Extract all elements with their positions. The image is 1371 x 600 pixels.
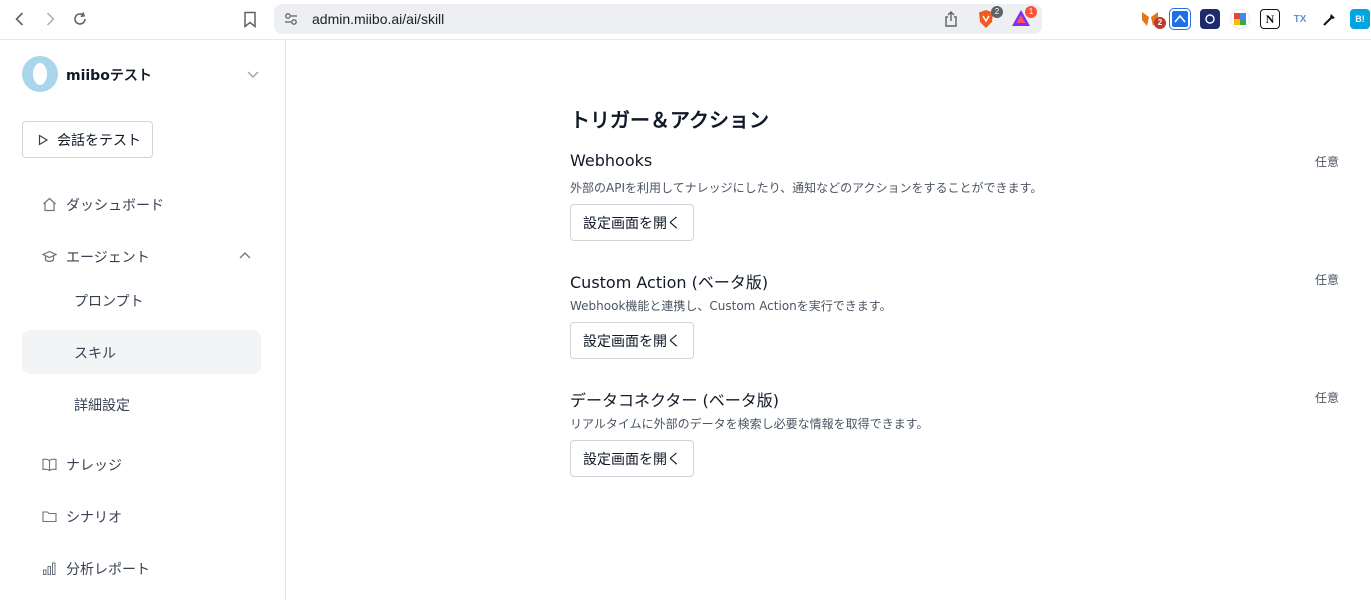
sidebar-item-scenario[interactable]: シナリオ	[22, 494, 261, 538]
chevron-left-icon	[15, 12, 24, 26]
page-title: トリガー＆アクション	[570, 108, 769, 132]
workspace-switcher[interactable]: miiboテスト	[22, 56, 262, 92]
google-ext-icon[interactable]	[1230, 9, 1250, 29]
chevron-up-icon[interactable]	[238, 249, 252, 263]
share-icon[interactable]	[942, 10, 960, 28]
translate-ext-label: TX	[1293, 13, 1307, 25]
sidebar-item-knowledge[interactable]: ナレッジ	[22, 442, 261, 486]
sidebar-item-advanced-settings[interactable]: 詳細設定	[22, 382, 261, 426]
sidebar-item-label: 詳細設定	[74, 398, 130, 414]
hatena-ext-label: B!	[1355, 14, 1365, 24]
metamask-icon[interactable]: 2	[1140, 9, 1166, 29]
eyedropper-ext-icon[interactable]	[1320, 9, 1340, 29]
reload-icon	[74, 12, 86, 25]
chevron-down-icon[interactable]	[246, 67, 260, 81]
optional-badge: 任意	[1314, 155, 1339, 169]
sidebar-item-label: スキル	[74, 346, 116, 362]
hatena-ext-icon[interactable]: B!	[1350, 9, 1370, 29]
section-description: 外部のAPIを利用してナレッジにしたり、通知などのアクションをすることができます…	[570, 181, 1043, 195]
section-title: Custom Action (ベータ版)	[570, 273, 769, 292]
browser-toolbar: admin.miibo.ai/ai/skill 2 1 2 N TX B!	[0, 0, 1371, 40]
sidebar-item-label: エージェント	[66, 250, 150, 266]
test-conversation-label: 会話をテスト	[57, 132, 141, 149]
screenshot-ext-icon[interactable]	[1169, 8, 1191, 30]
open-settings-button[interactable]: 設定画面を開く	[570, 204, 694, 241]
section-description: Webhook機能と連携し、Custom Actionを実行できます。	[570, 299, 892, 313]
play-icon	[38, 133, 49, 146]
section-description: リアルタイムに外部のデータを検索し必要な情報を取得できます。	[570, 417, 929, 431]
workspace-logo	[22, 56, 58, 92]
sidebar-item-label: ダッシュボード	[66, 198, 164, 214]
folder-icon	[42, 511, 57, 523]
section-title: データコネクター (ベータ版)	[570, 391, 779, 410]
open-settings-button[interactable]: 設定画面を開く	[570, 322, 694, 359]
url-text[interactable]: admin.miibo.ai/ai/skill	[312, 11, 444, 27]
bar-chart-icon	[43, 562, 56, 575]
bookmark-icon	[244, 11, 256, 28]
sidebar-item-agent[interactable]: エージェント	[22, 234, 261, 278]
notion-ext-icon[interactable]: N	[1260, 9, 1280, 29]
sidebar-item-label: プロンプト	[74, 294, 144, 310]
optional-badge: 任意	[1314, 391, 1339, 405]
sidebar-item-label: 分析レポート	[66, 562, 150, 578]
translate-ext-icon[interactable]: TX	[1290, 9, 1310, 29]
sidebar-item-analytics-report[interactable]: 分析レポート	[22, 546, 261, 590]
section-title: Webhooks	[570, 151, 653, 170]
book-icon	[42, 458, 57, 472]
extension-tray: 2 N TX B!	[1140, 8, 1370, 30]
main-content: トリガー＆アクション Webhooks 任意 外部のAPIを利用してナレッジにし…	[287, 40, 1371, 600]
sidebar-item-skill[interactable]: スキル	[22, 330, 261, 374]
home-icon	[43, 197, 56, 212]
sidebar-item-label: シナリオ	[66, 510, 122, 526]
optional-badge: 任意	[1314, 273, 1339, 287]
workspace-name: miiboテスト	[66, 68, 152, 84]
sidebar-item-label: ナレッジ	[66, 458, 122, 474]
chevron-right-icon	[46, 12, 55, 26]
open-settings-button[interactable]: 設定画面を開く	[570, 440, 694, 477]
sidebar-item-prompt[interactable]: プロンプト	[22, 278, 261, 322]
ext-badge: 2	[1154, 17, 1166, 29]
sidebar-item-dashboard[interactable]: ダッシュボード	[22, 182, 261, 226]
forward-button[interactable]	[38, 8, 62, 30]
ext-badge: 2	[991, 6, 1003, 18]
test-conversation-button[interactable]: 会話をテスト	[22, 121, 153, 158]
graduation-cap-icon	[42, 250, 57, 262]
sidebar: miiboテスト 会話をテスト ダッシュボード エージェント プロンプト スキル…	[0, 40, 286, 600]
address-bar[interactable]: admin.miibo.ai/ai/skill 2 1	[274, 4, 1042, 34]
brave-rewards-icon[interactable]: 1	[1011, 6, 1037, 29]
ext-badge: 1	[1025, 6, 1037, 18]
back-button[interactable]	[8, 8, 32, 30]
kanji-ext-icon[interactable]	[1200, 9, 1220, 29]
bookmark-button[interactable]	[240, 9, 260, 29]
notion-ext-label: N	[1265, 11, 1275, 26]
brave-shield-icon[interactable]: 2	[977, 6, 1003, 29]
reload-button[interactable]	[68, 8, 92, 30]
site-settings-icon[interactable]	[283, 11, 299, 27]
